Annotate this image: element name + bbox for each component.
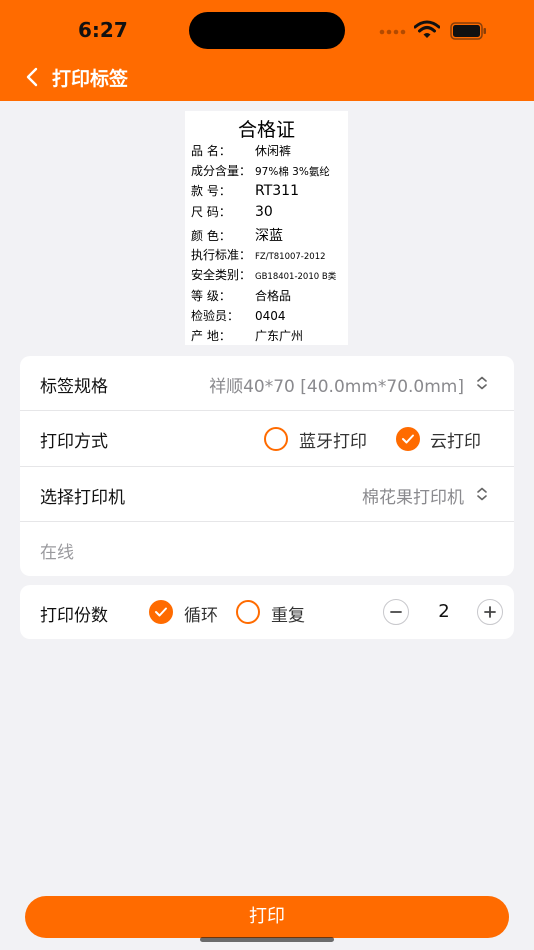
print-button[interactable]: 打印 — [25, 896, 509, 938]
label-row: 款 号： RT311 — [191, 182, 299, 199]
label-row: 产 地： 广东广州 — [191, 327, 303, 344]
label-row-value: 0404 — [255, 309, 286, 323]
label-row-value: 合格品 — [255, 289, 292, 303]
label-spec-label: 标签规格 — [40, 377, 108, 397]
cloud-print-option[interactable]: 云打印 — [430, 427, 481, 452]
copies-card: 打印份数 循环 重复 2 — [20, 585, 514, 639]
label-row-key: 执行标准： — [191, 248, 252, 262]
repeat-option[interactable]: 重复 — [271, 601, 305, 626]
chevron-up-down-icon[interactable] — [475, 486, 489, 502]
repeat-radio[interactable] — [236, 600, 260, 624]
increment-button[interactable] — [477, 599, 503, 625]
label-row-key: 尺 码： — [191, 205, 231, 219]
signal-icon — [379, 29, 406, 35]
status-time: 6:27 — [78, 18, 128, 42]
back-icon[interactable] — [22, 66, 44, 88]
label-row: 成分含量： 97%棉 3%氨纶 — [191, 162, 330, 179]
printer-status-row: 在线 — [20, 522, 514, 577]
settings-card: 标签规格 祥顺40*70 [40.0mm*70.0mm] 打印方式 蓝牙打印 云… — [20, 356, 514, 576]
home-indicator — [200, 937, 334, 942]
minus-icon — [390, 611, 402, 613]
chevron-up-down-icon[interactable] — [475, 375, 489, 391]
plus-icon — [484, 606, 496, 618]
label-row-value: 休闲裤 — [255, 144, 292, 158]
printer-value[interactable]: 棉花果打印机 — [362, 483, 464, 508]
checkmark-icon — [155, 607, 167, 617]
label-row: 检验员： 0404 — [191, 307, 286, 324]
label-row-key: 安全类别： — [191, 268, 252, 282]
label-row-value: GB18401-2010 B类 — [255, 272, 337, 282]
label-row-key: 品 名： — [191, 144, 231, 158]
decrement-button[interactable] — [383, 599, 409, 625]
label-spec-value[interactable]: 祥顺40*70 [40.0mm*70.0mm] — [209, 372, 464, 397]
printer-label: 选择打印机 — [40, 488, 125, 508]
label-row-value: RT311 — [255, 183, 299, 199]
label-row-key: 款 号： — [191, 184, 231, 198]
app-header: 6:27 打印标签 — [0, 0, 534, 101]
label-preview-title: 合格证 — [237, 119, 295, 141]
checkmark-icon — [402, 434, 414, 444]
label-row: 品 名： 休闲裤 — [191, 142, 291, 159]
printer-status: 在线 — [40, 543, 74, 563]
label-row: 等 级： 合格品 — [191, 287, 291, 304]
printer-row[interactable]: 选择打印机 棉花果打印机 — [20, 467, 514, 522]
label-row-value: 深蓝 — [255, 228, 283, 244]
label-row: 颜 色： 深蓝 — [191, 225, 283, 245]
print-mode-row: 打印方式 蓝牙打印 云打印 — [20, 411, 514, 466]
loop-radio[interactable] — [149, 600, 173, 624]
dynamic-island — [189, 12, 345, 49]
label-row-value: FZ/T81007-2012 — [255, 252, 326, 262]
copies-label: 打印份数 — [40, 606, 108, 626]
label-row-key: 产 地： — [191, 329, 231, 343]
label-preview: 合格证 品 名： 休闲裤 成分含量： 97%棉 3%氨纶 款 号： RT311 尺 码… — [185, 111, 348, 345]
label-row-value: 30 — [255, 204, 273, 220]
battery-icon — [450, 22, 486, 40]
print-mode-label: 打印方式 — [40, 432, 108, 452]
label-row-key: 成分含量： — [191, 164, 252, 178]
wifi-icon — [414, 20, 440, 38]
label-row-value: 97%棉 3%氨纶 — [255, 166, 330, 178]
label-row-key: 等 级： — [191, 289, 231, 303]
label-row-key: 检验员： — [191, 309, 240, 323]
copies-count[interactable]: 2 — [424, 601, 464, 622]
label-row-key: 颜 色： — [191, 229, 231, 243]
label-row-value: 广东广州 — [255, 329, 304, 343]
label-spec-row[interactable]: 标签规格 祥顺40*70 [40.0mm*70.0mm] — [20, 356, 514, 411]
bluetooth-print-option[interactable]: 蓝牙打印 — [299, 427, 367, 452]
label-row: 安全类别： GB18401-2010 B类 — [191, 266, 336, 283]
page-title: 打印标签 — [52, 68, 129, 90]
label-row: 执行标准： FZ/T81007-2012 — [191, 246, 326, 263]
cloud-print-radio[interactable] — [396, 427, 420, 451]
bluetooth-print-radio[interactable] — [264, 427, 288, 451]
loop-option[interactable]: 循环 — [184, 601, 218, 626]
label-row: 尺 码： 30 — [191, 203, 273, 220]
